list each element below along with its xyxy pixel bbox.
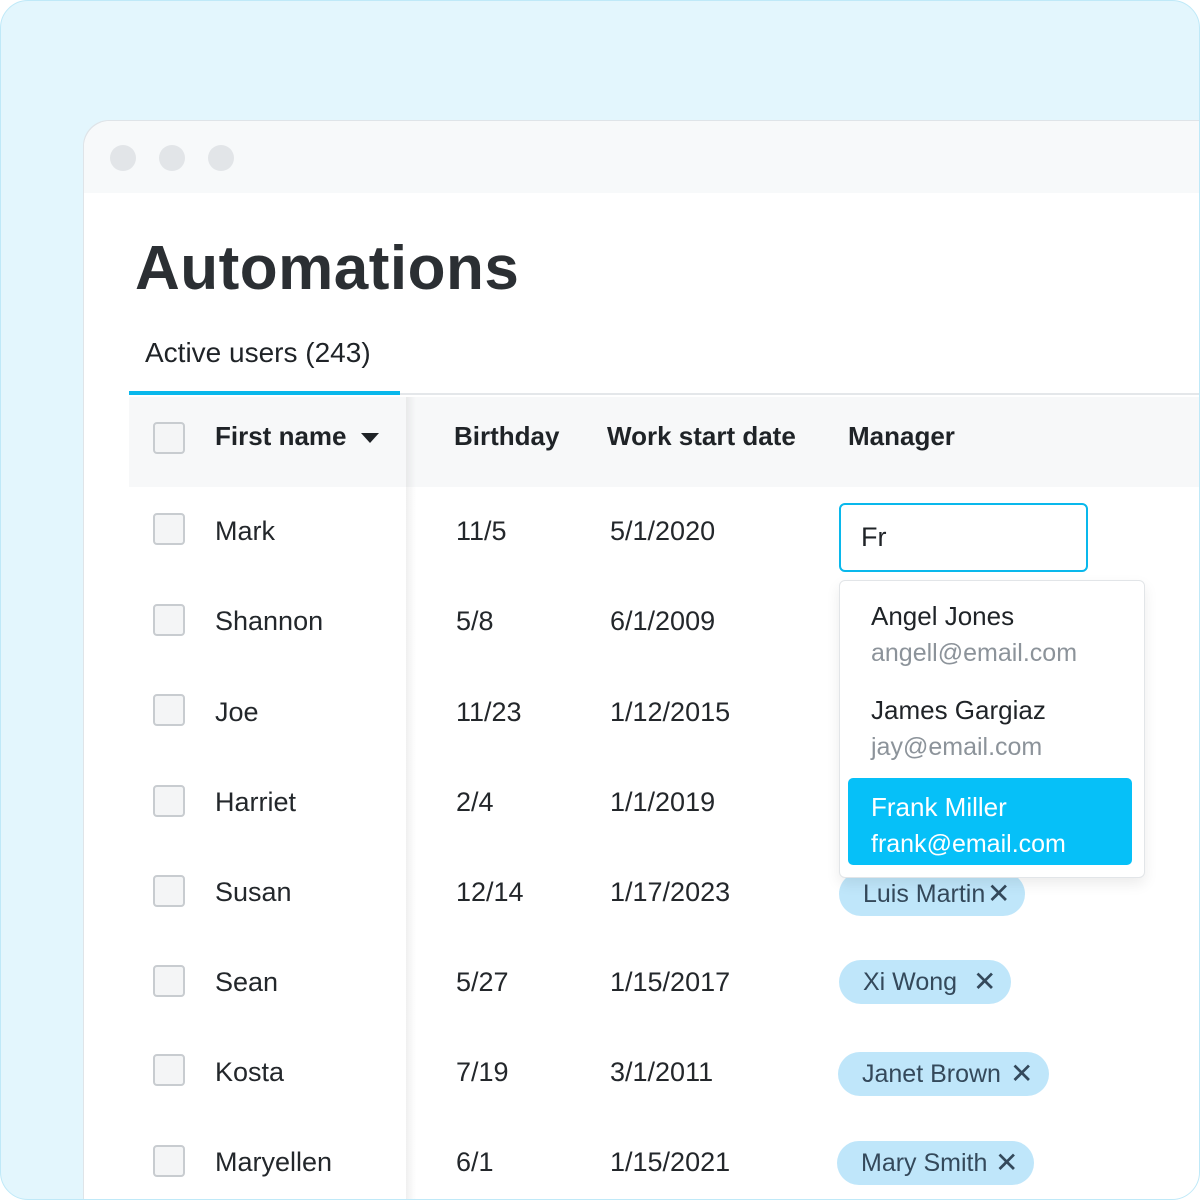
- suggestion-option[interactable]: Angel Jones angell@email.com: [848, 587, 1132, 674]
- suggestion-option[interactable]: James Gargiaz jay@email.com: [848, 681, 1132, 768]
- row-checkbox[interactable]: [153, 513, 185, 545]
- cell-birthday: 2/4: [456, 787, 494, 817]
- cell-birthday: 6/1: [456, 1147, 494, 1177]
- window-titlebar: [84, 121, 1199, 193]
- row-checkbox[interactable]: [153, 875, 185, 907]
- frozen-column-shadow: [406, 397, 416, 1199]
- row-checkbox[interactable]: [153, 785, 185, 817]
- suggestion-name: James Gargiaz: [871, 695, 1046, 725]
- cell-birthday: 5/8: [456, 606, 494, 636]
- column-header-first-name[interactable]: First name: [215, 421, 379, 452]
- manager-chip[interactable]: Xi Wong ✕: [839, 960, 1011, 1004]
- cell-first-name: Sean: [215, 967, 279, 997]
- cell-birthday: 5/27: [456, 967, 509, 997]
- cell-work-start-date: 1/15/2021: [610, 1147, 731, 1177]
- tab-divider: [400, 393, 1199, 395]
- manager-search-input[interactable]: [839, 503, 1088, 572]
- page-title: Automations: [135, 234, 520, 303]
- cell-work-start-date: 3/1/2011: [610, 1057, 714, 1087]
- suggestion-email: jay@email.com: [871, 733, 1043, 761]
- manager-suggestions-dropdown: Angel Jones angell@email.com James Gargi…: [839, 580, 1145, 878]
- cell-work-start-date: 1/17/2023: [610, 877, 731, 907]
- manager-chip-label: Luis Martin: [863, 880, 986, 908]
- cell-first-name: Kosta: [215, 1057, 285, 1087]
- manager-chip-label: Janet Brown: [862, 1060, 1001, 1088]
- column-header-birthday[interactable]: Birthday: [454, 421, 559, 452]
- manager-chip-label: Mary Smith: [861, 1149, 988, 1177]
- close-icon[interactable]: ✕: [995, 1141, 1018, 1185]
- manager-chip-label: Xi Wong: [863, 968, 958, 996]
- window-control-close[interactable]: [110, 145, 136, 171]
- cell-birthday: 11/23: [456, 697, 522, 727]
- window-control-minimize[interactable]: [159, 145, 185, 171]
- select-all-checkbox[interactable]: [153, 422, 185, 454]
- app-window: Automations Active users (243) First nam…: [84, 121, 1199, 1199]
- row-checkbox[interactable]: [153, 965, 185, 997]
- cell-birthday: 7/19: [456, 1057, 509, 1087]
- close-icon[interactable]: ✕: [973, 960, 996, 1004]
- column-header-work-start-date[interactable]: Work start date: [607, 421, 796, 452]
- cell-work-start-date: 6/1/2009: [610, 606, 716, 636]
- suggestion-email: angell@email.com: [871, 639, 1078, 667]
- suggestion-name: Frank Miller: [871, 792, 1007, 822]
- row-checkbox[interactable]: [153, 694, 185, 726]
- cell-first-name: Harriet: [215, 787, 297, 817]
- manager-chip[interactable]: Luis Martin ✕: [839, 872, 1025, 916]
- tab-label: Active users (243): [145, 337, 371, 368]
- column-header-label: First name: [215, 421, 347, 451]
- chevron-down-icon[interactable]: [360, 433, 379, 444]
- tab-active-users[interactable]: Active users (243): [129, 323, 400, 395]
- row-checkbox[interactable]: [153, 604, 185, 636]
- manager-chip[interactable]: Janet Brown ✕: [838, 1052, 1049, 1096]
- cell-birthday: 11/5: [456, 516, 507, 546]
- suggestion-name: Angel Jones: [871, 601, 1015, 631]
- suggestion-email: frank@email.com: [871, 830, 1066, 858]
- cell-work-start-date: 5/1/2020: [610, 516, 716, 546]
- manager-chip[interactable]: Mary Smith ✕: [837, 1141, 1034, 1185]
- background-frame: Automations Active users (243) First nam…: [0, 0, 1200, 1200]
- row-checkbox[interactable]: [153, 1054, 185, 1086]
- row-checkbox[interactable]: [153, 1145, 185, 1177]
- cell-first-name: Shannon: [215, 606, 324, 636]
- cell-first-name: Susan: [215, 877, 292, 907]
- cell-work-start-date: 1/12/2015: [610, 697, 731, 727]
- column-header-manager[interactable]: Manager: [848, 421, 955, 452]
- cell-first-name: Maryellen: [215, 1147, 333, 1177]
- suggestion-option-selected[interactable]: Frank Miller frank@email.com: [848, 778, 1132, 865]
- close-icon[interactable]: ✕: [1010, 1052, 1033, 1096]
- cell-birthday: 12/14: [456, 877, 524, 907]
- cell-work-start-date: 1/15/2017: [610, 967, 731, 997]
- close-icon[interactable]: ✕: [987, 872, 1010, 916]
- cell-work-start-date: 1/1/2019: [610, 787, 716, 817]
- cell-first-name: Mark: [215, 516, 275, 546]
- cell-first-name: Joe: [215, 697, 259, 727]
- window-control-maximize[interactable]: [208, 145, 234, 171]
